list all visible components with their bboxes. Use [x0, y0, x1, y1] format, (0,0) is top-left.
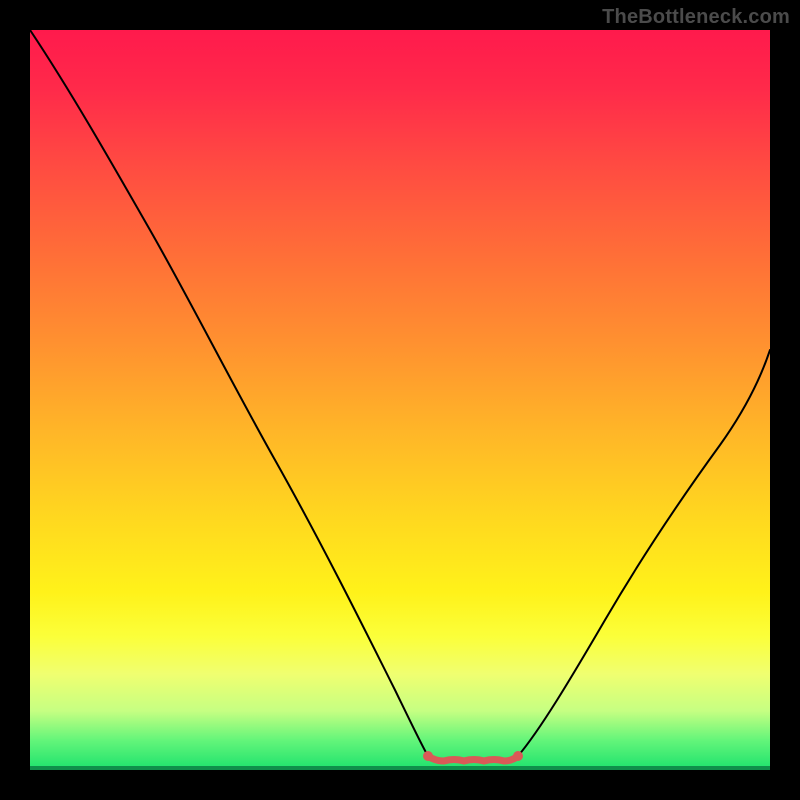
chart-stage: TheBottleneck.com — [0, 0, 800, 800]
trough-right-dot — [513, 751, 523, 761]
right-curve — [518, 350, 770, 756]
left-curve — [30, 30, 428, 756]
watermark-text: TheBottleneck.com — [602, 6, 790, 29]
trough-marker — [428, 756, 518, 761]
curve-overlay — [30, 30, 770, 770]
trough-left-dot — [423, 751, 433, 761]
